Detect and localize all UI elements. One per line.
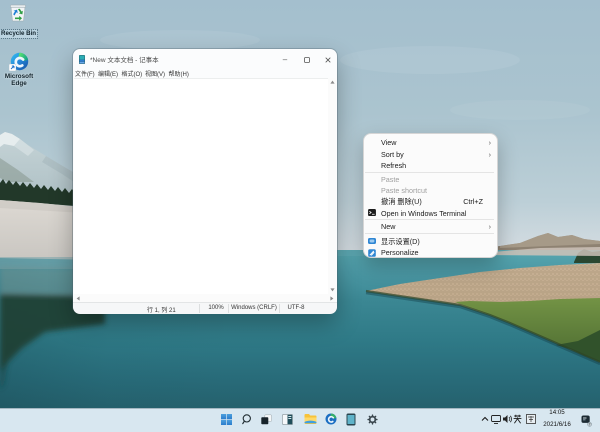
svg-text:7: 7 <box>589 422 591 426</box>
